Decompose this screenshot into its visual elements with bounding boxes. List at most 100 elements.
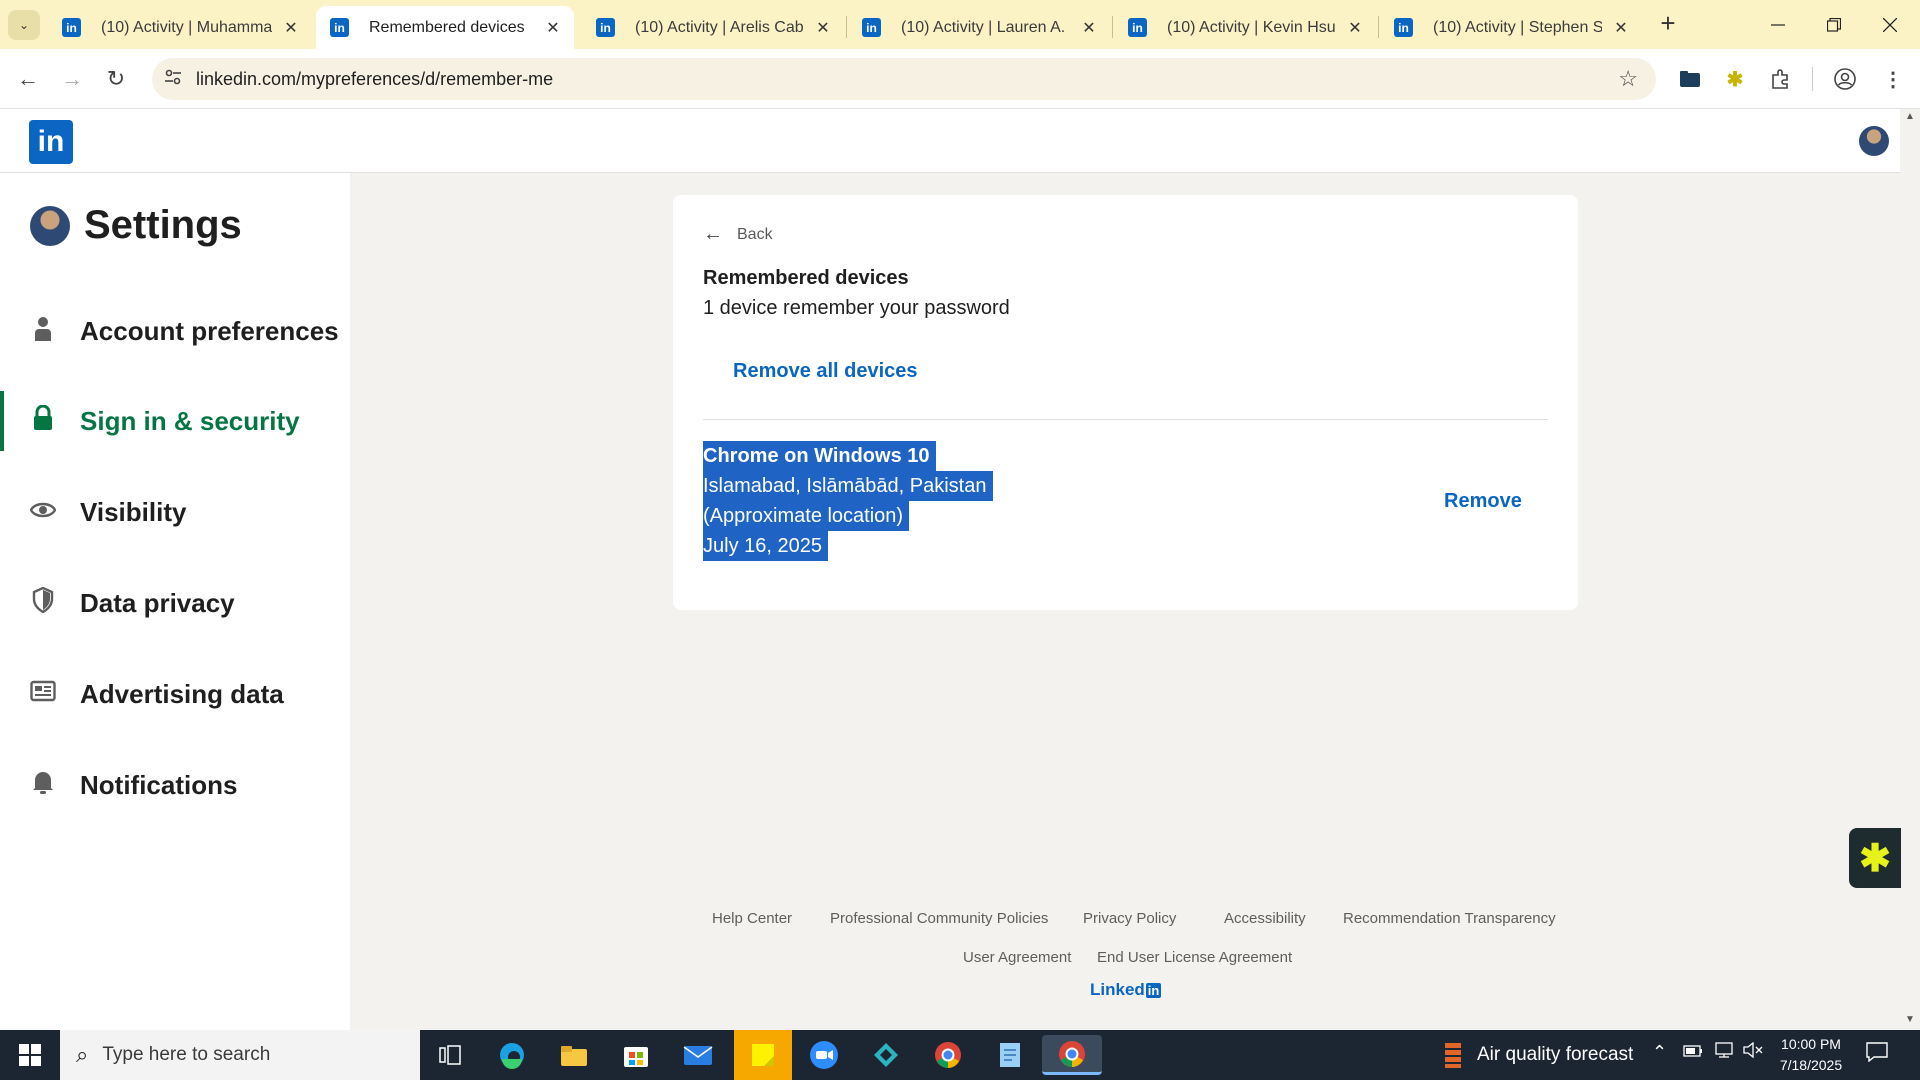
- browser-tab[interactable]: in (10) Activity | Kevin Hsu | Li ✕: [1114, 6, 1376, 49]
- back-arrow-icon[interactable]: ←: [12, 63, 44, 95]
- scroll-up-arrow-icon[interactable]: ▲: [1905, 111, 1915, 122]
- sidebar-item-visibility[interactable]: Visibility: [0, 482, 350, 542]
- browser-tab[interactable]: in (10) Activity | Stephen Sun ✕: [1380, 6, 1642, 49]
- browser-tab[interactable]: in (10) Activity | Lauren A. Rot ✕: [848, 6, 1110, 49]
- profile-icon[interactable]: [1832, 66, 1858, 92]
- sidebar-item-label: Data privacy: [80, 587, 235, 618]
- back-label: Back: [737, 225, 773, 243]
- sidebar-item-account-preferences[interactable]: Account preferences: [0, 301, 350, 361]
- footer-brand-text: Linked: [1090, 980, 1145, 999]
- url-text[interactable]: linkedin.com/mypreferences/d/remember-me: [196, 69, 553, 90]
- footer-link-accessibility[interactable]: Accessibility: [1224, 910, 1306, 927]
- edge-browser-icon[interactable]: [491, 1035, 533, 1075]
- avatar[interactable]: [1859, 126, 1889, 156]
- close-tab-icon[interactable]: ✕: [814, 18, 832, 38]
- close-tab-icon[interactable]: ✕: [1346, 18, 1364, 38]
- device-entry: Chrome on Windows 10 Islamabad, Islāmābā…: [703, 441, 993, 561]
- browser-tab-strip: ⌄ in (10) Activity | Muhammad ✕ in Remem…: [0, 0, 1920, 49]
- person-icon: [30, 315, 56, 348]
- browser-tab-active[interactable]: in Remembered devices ✕: [316, 6, 574, 49]
- restore-icon[interactable]: [1806, 0, 1862, 49]
- chrome-browser-icon[interactable]: [1042, 1035, 1102, 1075]
- file-explorer-icon[interactable]: [553, 1035, 595, 1075]
- device-location: Islamabad, Islāmābād, Pakistan: [703, 471, 993, 501]
- task-view-icon[interactable]: [429, 1035, 471, 1075]
- settings-header: Settings: [30, 203, 242, 248]
- search-icon: ⌕: [76, 1042, 89, 1067]
- bookmark-star-icon[interactable]: ☆: [1618, 66, 1638, 92]
- browser-tab[interactable]: in (10) Activity | Arelis Cabeza ✕: [582, 6, 844, 49]
- footer-link-community-policies[interactable]: Professional Community Policies: [830, 910, 1048, 927]
- tab-separator: [1378, 16, 1379, 38]
- taskbar-search-input[interactable]: ⌕ Type here to search: [60, 1030, 420, 1080]
- search-placeholder: Type here to search: [102, 1044, 271, 1065]
- linkedin-favicon-icon: in: [330, 18, 349, 37]
- windows-taskbar: ⌕ Type here to search Air quality foreca…: [0, 1030, 1920, 1080]
- mail-icon[interactable]: [677, 1035, 719, 1075]
- notification-center-icon[interactable]: [1866, 1042, 1888, 1067]
- footer-link-recommendation-transparency[interactable]: Recommendation Transparency: [1343, 910, 1556, 927]
- footer-link-help-center[interactable]: Help Center: [712, 910, 792, 927]
- reload-icon[interactable]: ↻: [100, 63, 132, 95]
- zoom-icon[interactable]: [803, 1035, 845, 1075]
- minimize-icon[interactable]: [1750, 0, 1806, 49]
- sparkle-extension-icon[interactable]: ✱: [1722, 66, 1748, 92]
- close-tab-icon[interactable]: ✕: [282, 18, 300, 38]
- back-arrow-icon: ←: [703, 223, 723, 245]
- sticky-notes-icon[interactable]: [734, 1030, 792, 1080]
- volume-muted-icon[interactable]: [1743, 1041, 1763, 1063]
- new-tab-button[interactable]: +: [1652, 8, 1684, 40]
- close-tab-icon[interactable]: ✕: [1612, 18, 1630, 38]
- chrome-profile-icon[interactable]: [927, 1035, 969, 1075]
- microsoft-store-icon[interactable]: [615, 1035, 657, 1075]
- sidebar-item-label: Advertising data: [80, 678, 284, 709]
- kebab-menu-icon[interactable]: ⋮: [1880, 66, 1906, 92]
- footer-link-eula[interactable]: End User License Agreement: [1097, 949, 1292, 966]
- avatar: [30, 205, 70, 246]
- footer-link-user-agreement[interactable]: User Agreement: [963, 949, 1071, 966]
- forward-arrow-icon[interactable]: →: [56, 63, 88, 95]
- folder-extension-icon[interactable]: [1677, 66, 1703, 92]
- close-window-icon[interactable]: [1862, 0, 1918, 49]
- weather-text[interactable]: Air quality forecast: [1477, 1044, 1633, 1066]
- tray-chevron-up-icon[interactable]: ⌃: [1652, 1042, 1667, 1063]
- tab-title: (10) Activity | Lauren A. Rot: [901, 18, 1070, 36]
- tab-title: (10) Activity | Stephen Sun: [1433, 18, 1602, 36]
- taskbar-clock[interactable]: 10:00 PM 7/18/2025: [1768, 1034, 1854, 1076]
- linkedin-favicon-icon: in: [1128, 18, 1147, 37]
- battery-icon[interactable]: [1683, 1042, 1703, 1063]
- sidebar-item-sign-in-security[interactable]: Sign in & security: [0, 391, 350, 451]
- remove-all-devices-button[interactable]: Remove all devices: [733, 360, 918, 383]
- linkedin-favicon-icon: in: [1394, 18, 1413, 37]
- windows-start-icon[interactable]: [0, 1030, 60, 1080]
- site-info-icon[interactable]: [164, 68, 182, 91]
- toolbar-divider: [1812, 67, 1813, 91]
- eye-icon: [29, 498, 57, 526]
- clock-date: 7/18/2025: [1779, 1057, 1843, 1073]
- assistant-sparkle-icon[interactable]: ✱: [1849, 828, 1901, 888]
- browser-tab[interactable]: in (10) Activity | Muhammad ✕: [48, 6, 312, 49]
- network-icon[interactable]: [1714, 1042, 1734, 1063]
- back-link[interactable]: ← Back: [703, 223, 773, 246]
- footer-link-privacy-policy[interactable]: Privacy Policy: [1083, 910, 1176, 927]
- linkedin-logo[interactable]: in: [29, 120, 73, 164]
- section-title: Remembered devices: [703, 267, 909, 289]
- scroll-down-arrow-icon[interactable]: ▼: [1905, 1014, 1915, 1025]
- sidebar-item-advertising-data[interactable]: Advertising data: [0, 664, 350, 724]
- address-bar[interactable]: linkedin.com/mypreferences/d/remember-me…: [152, 58, 1656, 100]
- close-tab-icon[interactable]: ✕: [544, 18, 562, 38]
- close-tab-icon[interactable]: ✕: [1080, 18, 1098, 38]
- extensions-puzzle-icon[interactable]: [1768, 66, 1794, 92]
- sidebar-item-notifications[interactable]: Notifications: [0, 755, 350, 815]
- page-scrollbar[interactable]: ▲ ▼: [1900, 109, 1920, 1029]
- tab-title: Remembered devices: [369, 18, 525, 36]
- diamond-app-icon[interactable]: [865, 1035, 907, 1075]
- sidebar-item-data-privacy[interactable]: Data privacy: [0, 573, 350, 633]
- device-name: Chrome on Windows 10: [703, 441, 936, 471]
- remove-device-button[interactable]: Remove: [1444, 490, 1522, 513]
- air-quality-weather-icon[interactable]: [1432, 1035, 1474, 1075]
- tab-search-chevron-icon[interactable]: ⌄: [8, 10, 40, 40]
- notepad-icon[interactable]: [989, 1035, 1031, 1075]
- sidebar-item-label: Visibility: [80, 496, 187, 527]
- tab-separator: [846, 16, 847, 38]
